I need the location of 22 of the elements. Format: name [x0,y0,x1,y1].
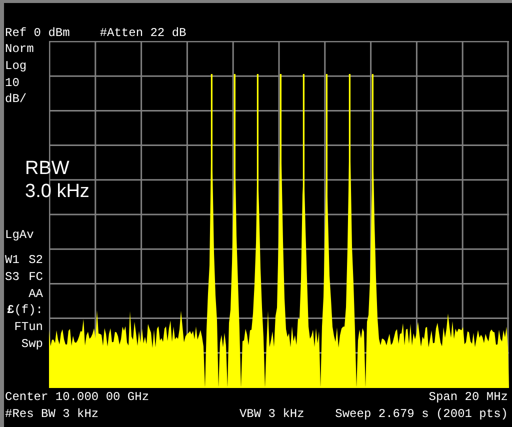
average-annotation: LgAv [5,227,35,244]
sweep-time: Sweep 2.679 s (2001 pts) [335,406,508,423]
status-annotation: £(f): [6,302,43,320]
status-annotation: FTun [14,319,43,336]
bandwidth-overlay-text: 3.0 kHz [25,180,90,203]
status-annotation: S3 [5,268,20,286]
status-annotation: AA [28,286,43,302]
scale-annotation: dB/ [5,91,28,108]
scale-annotation: 10 [5,74,20,92]
status-annotation: W1 [5,252,20,269]
bandwidth-overlay-text: RBW [25,157,70,180]
scale-annotation: Log [5,58,28,75]
attenuation-label: #Atten 22 dB [100,26,186,41]
status-annotation: Swp [21,336,43,353]
frequency-span: Span 20 MHz [428,389,508,406]
center-frequency: Center 10.000 00 GHz [5,389,150,406]
reference-level: Ref 0 dBm [5,26,70,41]
status-annotation: FC [28,268,43,286]
scale-annotation: Norm [5,41,35,58]
resolution-bandwidth: #Res BW 3 kHz [5,406,99,423]
status-annotation: S2 [28,252,43,269]
video-bandwidth: VBW 3 kHz [239,406,304,423]
